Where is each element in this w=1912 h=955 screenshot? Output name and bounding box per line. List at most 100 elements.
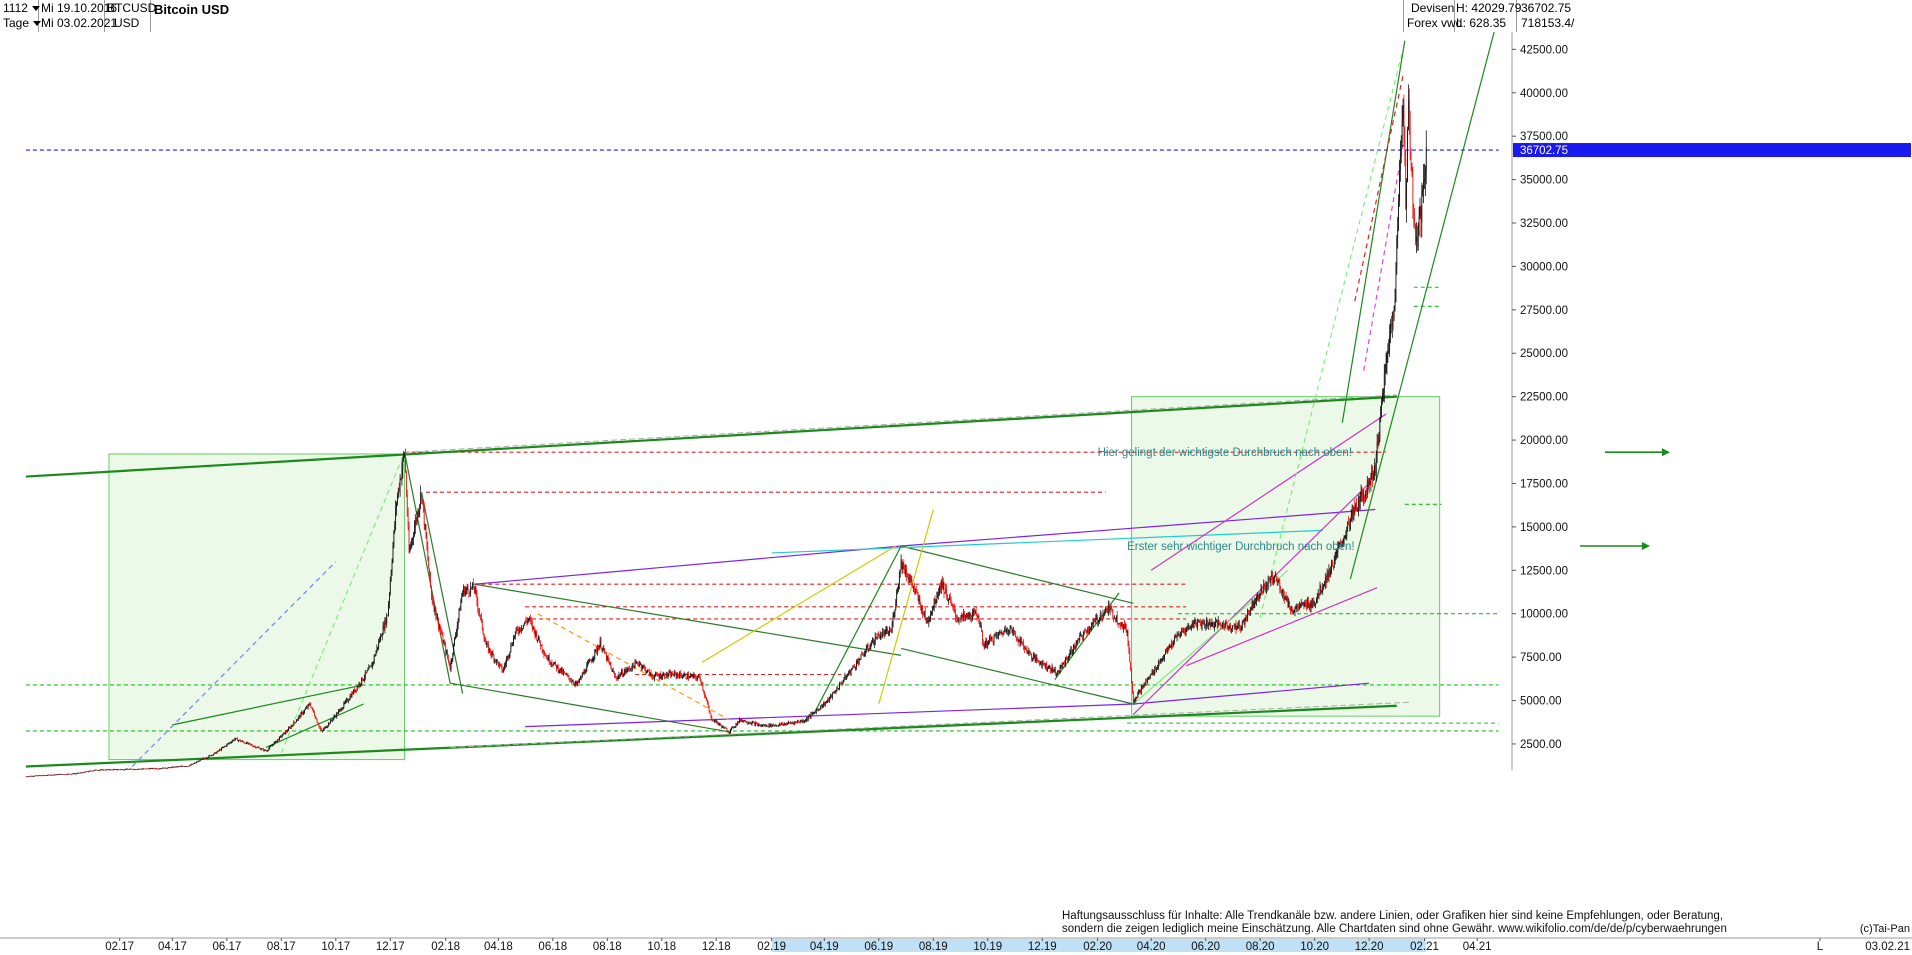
candle-body (231, 740, 233, 743)
candle-body (675, 673, 677, 677)
candle-body (1412, 175, 1414, 208)
candle-body (298, 715, 300, 718)
candle-body (1304, 602, 1306, 607)
candle-body (375, 651, 377, 656)
candle-body (1189, 625, 1190, 630)
y-tick-label: 27500.00 (1520, 305, 1568, 317)
candle-body (227, 743, 229, 745)
x-tick-label: 12.18 (702, 941, 731, 952)
candle-body (723, 725, 724, 729)
candle-body (1003, 631, 1005, 635)
candle-body (765, 724, 767, 726)
candle-body (599, 640, 601, 646)
candle-body (1413, 207, 1415, 219)
candle-body (766, 724, 768, 727)
candle-body (929, 618, 931, 621)
chart-area[interactable]: Hier gelingt der wichtigste Durchbruch n… (0, 31, 1912, 953)
candle-body (1067, 657, 1069, 660)
candle-body (339, 708, 341, 710)
candle-body (816, 709, 818, 711)
candle-body (119, 769, 121, 771)
candle-body (1090, 624, 1092, 629)
candle-body (1109, 607, 1111, 612)
candle-body (1174, 637, 1176, 639)
candle-body (597, 648, 598, 652)
symbol-box[interactable]: BTCUSD USD (104, 0, 156, 32)
candle-body (314, 715, 316, 719)
candle-body (112, 769, 113, 771)
candle-body (1182, 630, 1184, 632)
candle-body (662, 675, 664, 678)
candle-body (931, 607, 933, 612)
candle-body (213, 752, 215, 755)
candle-body (151, 768, 153, 769)
candle-body (1246, 618, 1248, 620)
candle-body (844, 675, 846, 680)
candle-body (1250, 607, 1252, 610)
candle-body (185, 766, 187, 768)
price-chart[interactable]: Hier gelingt der wichtigste Durchbruch n… (0, 31, 1912, 953)
candle-body (894, 609, 896, 616)
candle-body (253, 746, 255, 748)
candle-body (721, 725, 723, 728)
candle-body (743, 720, 745, 722)
candle-body (279, 736, 280, 740)
bars-count-box[interactable]: 1112 Tage (0, 0, 42, 32)
candle-body (361, 677, 363, 684)
candle-body (1349, 519, 1351, 530)
candle-body (163, 767, 164, 769)
candle-body (814, 712, 816, 714)
candle-body (542, 650, 544, 652)
candle-body (1355, 503, 1357, 510)
candle-body (35, 775, 37, 777)
candle-body (983, 645, 985, 648)
candle-body (158, 768, 160, 770)
candle-body (488, 644, 489, 652)
candle-body (781, 723, 783, 725)
candle-body (406, 494, 408, 515)
candle-body (1402, 104, 1404, 120)
candle-body (1361, 491, 1363, 496)
candle-body (186, 766, 188, 767)
candle-body (1357, 497, 1359, 511)
y-tick-label: 12500.00 (1520, 565, 1568, 577)
candle-body (357, 686, 359, 688)
candle-body (728, 732, 730, 734)
candle-body (367, 669, 369, 671)
candle-body (236, 738, 238, 739)
candle-body (1350, 515, 1352, 520)
candle-body (1035, 656, 1037, 661)
candle-body (288, 727, 290, 729)
candle-body (1094, 621, 1096, 622)
period-select[interactable]: Tage (3, 16, 29, 30)
candle-body (247, 742, 249, 744)
candle-body (1098, 621, 1099, 623)
candle-body (368, 667, 370, 670)
candle-body (948, 599, 949, 602)
candle-body (615, 677, 617, 679)
candle-body (480, 616, 482, 620)
candle-body (840, 682, 842, 684)
candle-body (970, 613, 972, 619)
candle-body (1230, 625, 1232, 630)
candle-body (851, 668, 853, 670)
candle-body (1385, 363, 1387, 368)
candle-body (551, 662, 553, 665)
date-range-box[interactable]: Mi 19.10.2016 Mi 03.02.2021 (38, 0, 117, 32)
candle-body (590, 660, 592, 662)
candle-body (896, 590, 898, 603)
candle-body (303, 712, 305, 714)
candle-body (108, 769, 110, 771)
candle-body (1091, 623, 1093, 625)
candle-body (927, 621, 929, 623)
candle-body (1069, 651, 1071, 656)
candle-body (1423, 180, 1424, 191)
candle-body (782, 724, 784, 725)
candle-body (616, 678, 618, 680)
candle-body (531, 622, 533, 628)
candle-body (99, 769, 101, 771)
candle-body (230, 742, 231, 744)
candle-body (1017, 640, 1019, 643)
candle-body (1234, 623, 1236, 627)
candle-body (68, 773, 70, 775)
